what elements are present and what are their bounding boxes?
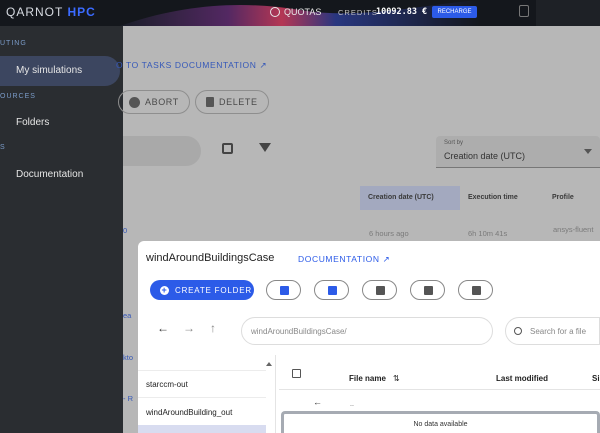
upload-folder-button[interactable] — [266, 280, 301, 300]
globe-icon — [270, 7, 280, 17]
quotas-button[interactable]: QUOTAS — [270, 7, 321, 17]
tasks-documentation-link[interactable]: O TO TASKS DOCUMENTATION ↗ — [116, 60, 267, 71]
move-folder-button[interactable] — [410, 280, 445, 300]
plus-icon: + — [160, 284, 169, 295]
path-input[interactable]: windAroundBuildingsCase/ — [241, 317, 493, 345]
parent-folder-arrow-icon[interactable]: ← — [313, 397, 322, 407]
dialog-documentation-link[interactable]: DOCUMENTATION ↗ — [298, 254, 390, 265]
row-link-fragment[interactable]: - R — [123, 394, 133, 403]
parent-folder-row[interactable]: .. — [350, 401, 354, 408]
column-creation-date[interactable]: Creation date (UTC) — [360, 186, 460, 210]
recharge-button[interactable]: RECHARGE — [432, 6, 477, 18]
delete-button[interactable]: DELETE — [195, 90, 269, 114]
row-link-fragment[interactable]: 0 — [123, 226, 127, 235]
task-search-input[interactable] — [123, 136, 201, 166]
folder-item[interactable]: starccm-out — [146, 380, 188, 389]
sidebar-item-documentation[interactable]: Documentation — [0, 160, 120, 190]
column-last-modified: Last modified — [496, 374, 549, 383]
folder-item-selected[interactable] — [138, 425, 266, 433]
scroll-up-icon[interactable] — [266, 362, 272, 366]
upload-file-button[interactable] — [314, 280, 349, 300]
sidebar-item-folders[interactable]: Folders — [0, 108, 120, 138]
row-creation-date: 6 hours ago — [369, 229, 409, 238]
folder-browser-dialog: windAroundBuildingsCase DOCUMENTATION ↗ … — [138, 241, 600, 433]
dialog-title: windAroundBuildingsCase — [146, 252, 275, 264]
row-link-fragment[interactable]: kto — [123, 353, 133, 362]
sort-icon[interactable]: ⇅ — [393, 374, 400, 383]
trash-icon — [206, 97, 214, 107]
sidebar-item-my-simulations[interactable]: My simulations — [0, 56, 120, 86]
no-data-message: No data available — [281, 411, 600, 433]
top-bar: QARNOT HPC QUOTAS CREDITS 10092.83 € REC… — [0, 0, 600, 26]
sidebar: UTING My simulations OURCES Folders S Do… — [0, 26, 123, 433]
folder-icon — [424, 286, 433, 295]
sort-value: Creation date (UTC) — [444, 151, 526, 161]
column-execution-time[interactable]: Execution time — [468, 186, 518, 210]
sidebar-section-resources: OURCES — [0, 93, 36, 100]
create-folder-button[interactable]: + CREATE FOLDER — [150, 280, 254, 300]
row-profile: ansys-fluent — [553, 225, 594, 234]
folder-list: starccm-out windAroundBuilding_out — [138, 355, 276, 433]
column-profile: Profile — [552, 194, 574, 201]
upload-icon — [328, 286, 337, 295]
file-search-input[interactable]: Search for a file — [505, 317, 600, 345]
filter-icon[interactable] — [259, 143, 271, 152]
chevron-down-icon — [584, 149, 592, 154]
search-icon — [514, 327, 522, 335]
select-all-checkbox[interactable] — [292, 369, 301, 378]
calendar-icon[interactable] — [222, 143, 233, 154]
stop-icon — [129, 96, 140, 108]
sidebar-section-computing: UTING — [0, 40, 27, 47]
row-link-fragment[interactable]: ea — [123, 311, 131, 320]
folder-item[interactable]: windAroundBuilding_out — [146, 408, 232, 417]
trash-icon — [472, 286, 481, 295]
up-arrow-icon[interactable]: ↑ — [210, 321, 216, 335]
sidebar-section-docs: S — [0, 144, 6, 151]
quotas-label: QUOTAS — [284, 7, 322, 17]
user-menu[interactable] — [536, 0, 600, 26]
column-size: Si — [592, 374, 600, 383]
folder-upload-icon — [280, 286, 289, 295]
column-file-name[interactable]: File name — [349, 374, 386, 383]
download-button[interactable] — [362, 280, 397, 300]
abort-button[interactable]: ABORT — [118, 90, 190, 114]
delete-file-button[interactable] — [458, 280, 493, 300]
forward-arrow-icon[interactable]: → — [183, 321, 195, 335]
brand-logo[interactable]: QARNOT HPC — [6, 5, 96, 19]
credits-value: 10092.83 € — [376, 7, 428, 17]
download-icon — [376, 286, 385, 295]
notification-icon[interactable] — [519, 5, 529, 17]
sort-select[interactable]: Sort by Creation date (UTC) — [436, 136, 600, 168]
row-execution-time: 6h 10m 41s — [468, 229, 508, 238]
sort-label: Sort by — [444, 140, 464, 146]
back-arrow-icon[interactable]: ← — [157, 321, 169, 335]
credits-label: CREDITS — [338, 8, 378, 17]
